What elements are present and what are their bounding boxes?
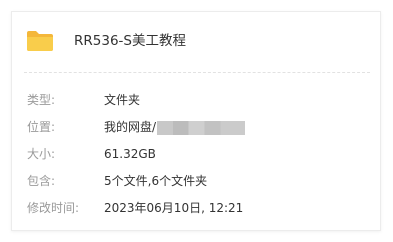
file-properties-panel: RR536-S美工教程 类型: 文件夹 位置: 我的网盘/ 大小: 61.32G… <box>11 11 381 231</box>
location-value[interactable]: 我的网盘/ <box>104 117 246 137</box>
redacted-path <box>157 120 246 135</box>
type-label: 类型: <box>27 93 56 107</box>
type-value: 文件夹 <box>104 93 141 107</box>
location-label: 位置: <box>27 120 56 134</box>
contains-label: 包含: <box>27 174 56 188</box>
file-header: RR536-S美工教程 <box>12 12 380 72</box>
property-row-type: 类型: 文件夹 <box>12 90 380 110</box>
size-value: 61.32GB <box>104 147 156 161</box>
modified-label: 修改时间: <box>27 201 80 215</box>
folder-icon <box>26 30 54 52</box>
size-label: 大小: <box>27 147 56 161</box>
property-row-contains: 包含: 5个文件,6个文件夹 <box>12 171 380 191</box>
contains-value: 5个文件,6个文件夹 <box>104 174 208 188</box>
location-path: 我的网盘/ <box>104 120 157 134</box>
property-row-modified: 修改时间: 2023年06月10日, 12:21 <box>12 198 380 218</box>
property-row-location: 位置: 我的网盘/ <box>12 117 380 137</box>
modified-value: 2023年06月10日, 12:21 <box>104 201 244 215</box>
property-row-size: 大小: 61.32GB <box>12 144 380 164</box>
folder-name: RR536-S美工教程 <box>74 33 186 49</box>
divider <box>24 72 370 73</box>
